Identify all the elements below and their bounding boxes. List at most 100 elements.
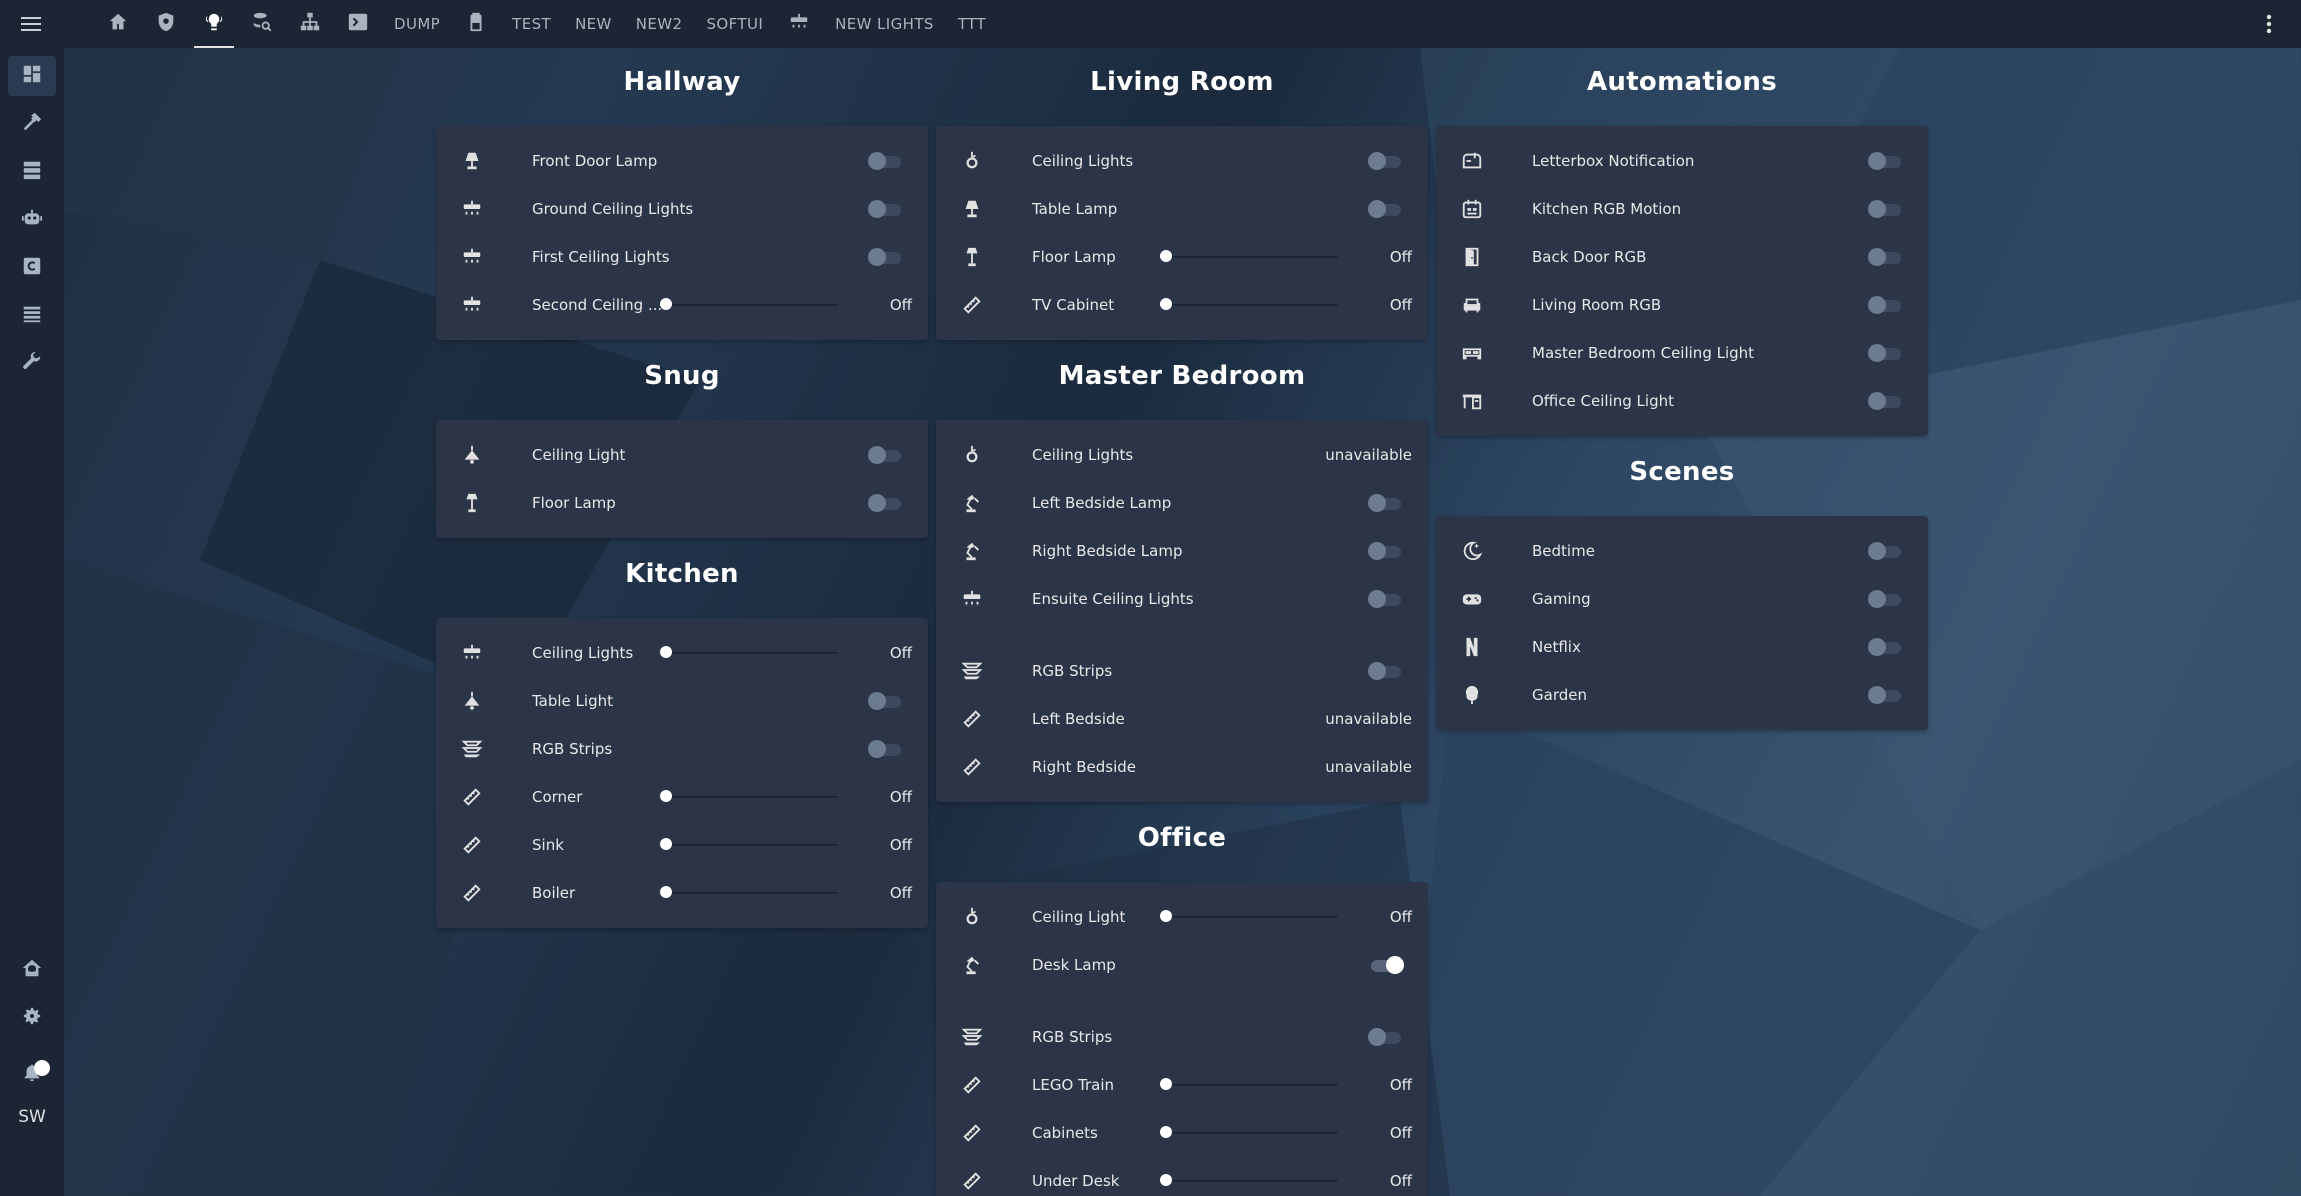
slider-thumb[interactable] bbox=[660, 886, 672, 898]
tab-home[interactable] bbox=[94, 0, 142, 48]
toggle-switch[interactable] bbox=[1368, 955, 1404, 975]
ceiling-light-icon[interactable] bbox=[460, 641, 484, 665]
toggle-switch[interactable] bbox=[868, 247, 904, 267]
entity-row-garden[interactable]: Garden bbox=[1436, 671, 1928, 719]
slider-thumb[interactable] bbox=[1160, 250, 1172, 262]
slider-thumb[interactable] bbox=[1160, 1174, 1172, 1186]
brightness-slider[interactable] bbox=[660, 838, 838, 850]
entity-row-boiler[interactable]: Boiler Off bbox=[436, 869, 928, 917]
hanging-bulb-icon[interactable] bbox=[960, 149, 984, 173]
toggle-switch[interactable] bbox=[1868, 247, 1904, 267]
floor-lamp-icon[interactable] bbox=[960, 245, 984, 269]
toggle-switch[interactable] bbox=[1868, 199, 1904, 219]
entity-row-back-door-rgb[interactable]: Back Door RGB bbox=[1436, 233, 1928, 281]
entity-row-second-ceiling[interactable]: Second Ceiling ... Off bbox=[436, 281, 928, 329]
bed-icon[interactable] bbox=[1460, 341, 1484, 365]
ceiling-light-icon[interactable] bbox=[460, 293, 484, 317]
tree-icon[interactable] bbox=[1460, 683, 1484, 707]
entity-row-sink[interactable]: Sink Off bbox=[436, 821, 928, 869]
tab-shield[interactable] bbox=[142, 0, 190, 48]
ceiling-light-icon[interactable] bbox=[960, 587, 984, 611]
toggle-switch[interactable] bbox=[1368, 589, 1404, 609]
brightness-slider[interactable] bbox=[660, 790, 838, 802]
toggle-switch[interactable] bbox=[868, 199, 904, 219]
entity-row-front-door-lamp[interactable]: Front Door Lamp bbox=[436, 137, 928, 185]
toggle-switch[interactable] bbox=[1868, 151, 1904, 171]
entity-row-ceiling-lights[interactable]: Ceiling Lights bbox=[936, 137, 1428, 185]
desk-icon[interactable] bbox=[1460, 389, 1484, 413]
pendant-light-icon[interactable] bbox=[460, 689, 484, 713]
brightness-slider[interactable] bbox=[1160, 1174, 1338, 1186]
brightness-slider[interactable] bbox=[660, 298, 838, 310]
led-strip-icon[interactable] bbox=[960, 1025, 984, 1049]
sidebar-item-hammer[interactable] bbox=[8, 104, 56, 144]
brightness-slider[interactable] bbox=[1160, 1078, 1338, 1090]
tab-network[interactable] bbox=[286, 0, 334, 48]
calendar-motion-icon[interactable] bbox=[1460, 197, 1484, 221]
brightness-slider[interactable] bbox=[1160, 1126, 1338, 1138]
lamp-icon[interactable] bbox=[960, 197, 984, 221]
entity-row-floor-lamp[interactable]: Floor Lamp bbox=[436, 479, 928, 527]
brightness-slider[interactable] bbox=[660, 646, 838, 658]
led-strip-flat-icon[interactable] bbox=[460, 881, 484, 905]
toggle-switch[interactable] bbox=[1868, 343, 1904, 363]
entity-row-right-bedside-lamp[interactable]: Right Bedside Lamp bbox=[936, 527, 1428, 575]
toggle-switch[interactable] bbox=[1368, 661, 1404, 681]
menu-icon[interactable] bbox=[14, 8, 48, 40]
tab-console[interactable] bbox=[334, 0, 382, 48]
entity-row-gaming[interactable]: Gaming bbox=[1436, 575, 1928, 623]
toggle-switch[interactable] bbox=[1868, 541, 1904, 561]
entity-row-left-bedside-lamp[interactable]: Left Bedside Lamp bbox=[936, 479, 1428, 527]
toggle-switch[interactable] bbox=[1868, 685, 1904, 705]
slider-thumb[interactable] bbox=[1160, 1078, 1172, 1090]
toggle-switch[interactable] bbox=[1368, 541, 1404, 561]
slider-thumb[interactable] bbox=[660, 298, 672, 310]
slider-thumb[interactable] bbox=[660, 646, 672, 658]
led-strip-flat-icon[interactable] bbox=[960, 1121, 984, 1145]
brightness-slider[interactable] bbox=[1160, 298, 1338, 310]
moon-icon[interactable] bbox=[1460, 539, 1484, 563]
sidebar-item-bell[interactable] bbox=[8, 1054, 56, 1094]
toggle-switch[interactable] bbox=[1368, 1027, 1404, 1047]
ceiling-light-icon[interactable] bbox=[460, 197, 484, 221]
pendant-light-icon[interactable] bbox=[460, 443, 484, 467]
tab-new[interactable]: NEW bbox=[563, 0, 624, 48]
entity-row-netflix[interactable]: Netflix bbox=[1436, 623, 1928, 671]
led-strip-flat-icon[interactable] bbox=[960, 293, 984, 317]
tab-ttt[interactable]: TTT bbox=[946, 0, 998, 48]
toggle-switch[interactable] bbox=[868, 445, 904, 465]
tab-new2[interactable]: NEW2 bbox=[624, 0, 695, 48]
toggle-switch[interactable] bbox=[868, 493, 904, 513]
entity-row-kitchen-rgb-motion[interactable]: Kitchen RGB Motion bbox=[1436, 185, 1928, 233]
entity-row-lego-train[interactable]: LEGO Train Off bbox=[936, 1061, 1428, 1109]
slider-thumb[interactable] bbox=[660, 838, 672, 850]
entity-row-table-lamp[interactable]: Table Lamp bbox=[936, 185, 1428, 233]
led-strip-flat-icon[interactable] bbox=[960, 1169, 984, 1193]
lamp-icon[interactable] bbox=[460, 149, 484, 173]
led-strip-icon[interactable] bbox=[460, 737, 484, 761]
led-strip-flat-icon[interactable] bbox=[460, 833, 484, 857]
sidebar-item-home-automation[interactable] bbox=[8, 950, 56, 990]
tab-battery[interactable] bbox=[452, 0, 500, 48]
slider-thumb[interactable] bbox=[1160, 1126, 1172, 1138]
toggle-switch[interactable] bbox=[868, 739, 904, 759]
sidebar-item-dashboard[interactable] bbox=[8, 56, 56, 96]
floor-lamp-icon[interactable] bbox=[460, 491, 484, 515]
entity-row-ceiling-light[interactable]: Ceiling Light bbox=[436, 431, 928, 479]
hanging-bulb-icon[interactable] bbox=[960, 905, 984, 929]
entity-row-cabinets[interactable]: Cabinets Off bbox=[936, 1109, 1428, 1157]
desk-lamp-icon[interactable] bbox=[960, 491, 984, 515]
sidebar-item-server[interactable] bbox=[8, 152, 56, 192]
entity-row-office-ceiling-light[interactable]: Office Ceiling Light bbox=[1436, 377, 1928, 425]
entity-row-rgb-strips[interactable]: RGB Strips bbox=[936, 647, 1428, 695]
toggle-switch[interactable] bbox=[868, 691, 904, 711]
netflix-icon[interactable] bbox=[1460, 635, 1484, 659]
brightness-slider[interactable] bbox=[1160, 910, 1338, 922]
toggle-switch[interactable] bbox=[1368, 151, 1404, 171]
entity-row-desk-lamp[interactable]: Desk Lamp bbox=[936, 941, 1428, 989]
gamepad-icon[interactable] bbox=[1460, 587, 1484, 611]
mailbox-icon[interactable] bbox=[1460, 149, 1484, 173]
toggle-switch[interactable] bbox=[1868, 589, 1904, 609]
toggle-switch[interactable] bbox=[1368, 493, 1404, 513]
sofa-icon[interactable] bbox=[1460, 293, 1484, 317]
